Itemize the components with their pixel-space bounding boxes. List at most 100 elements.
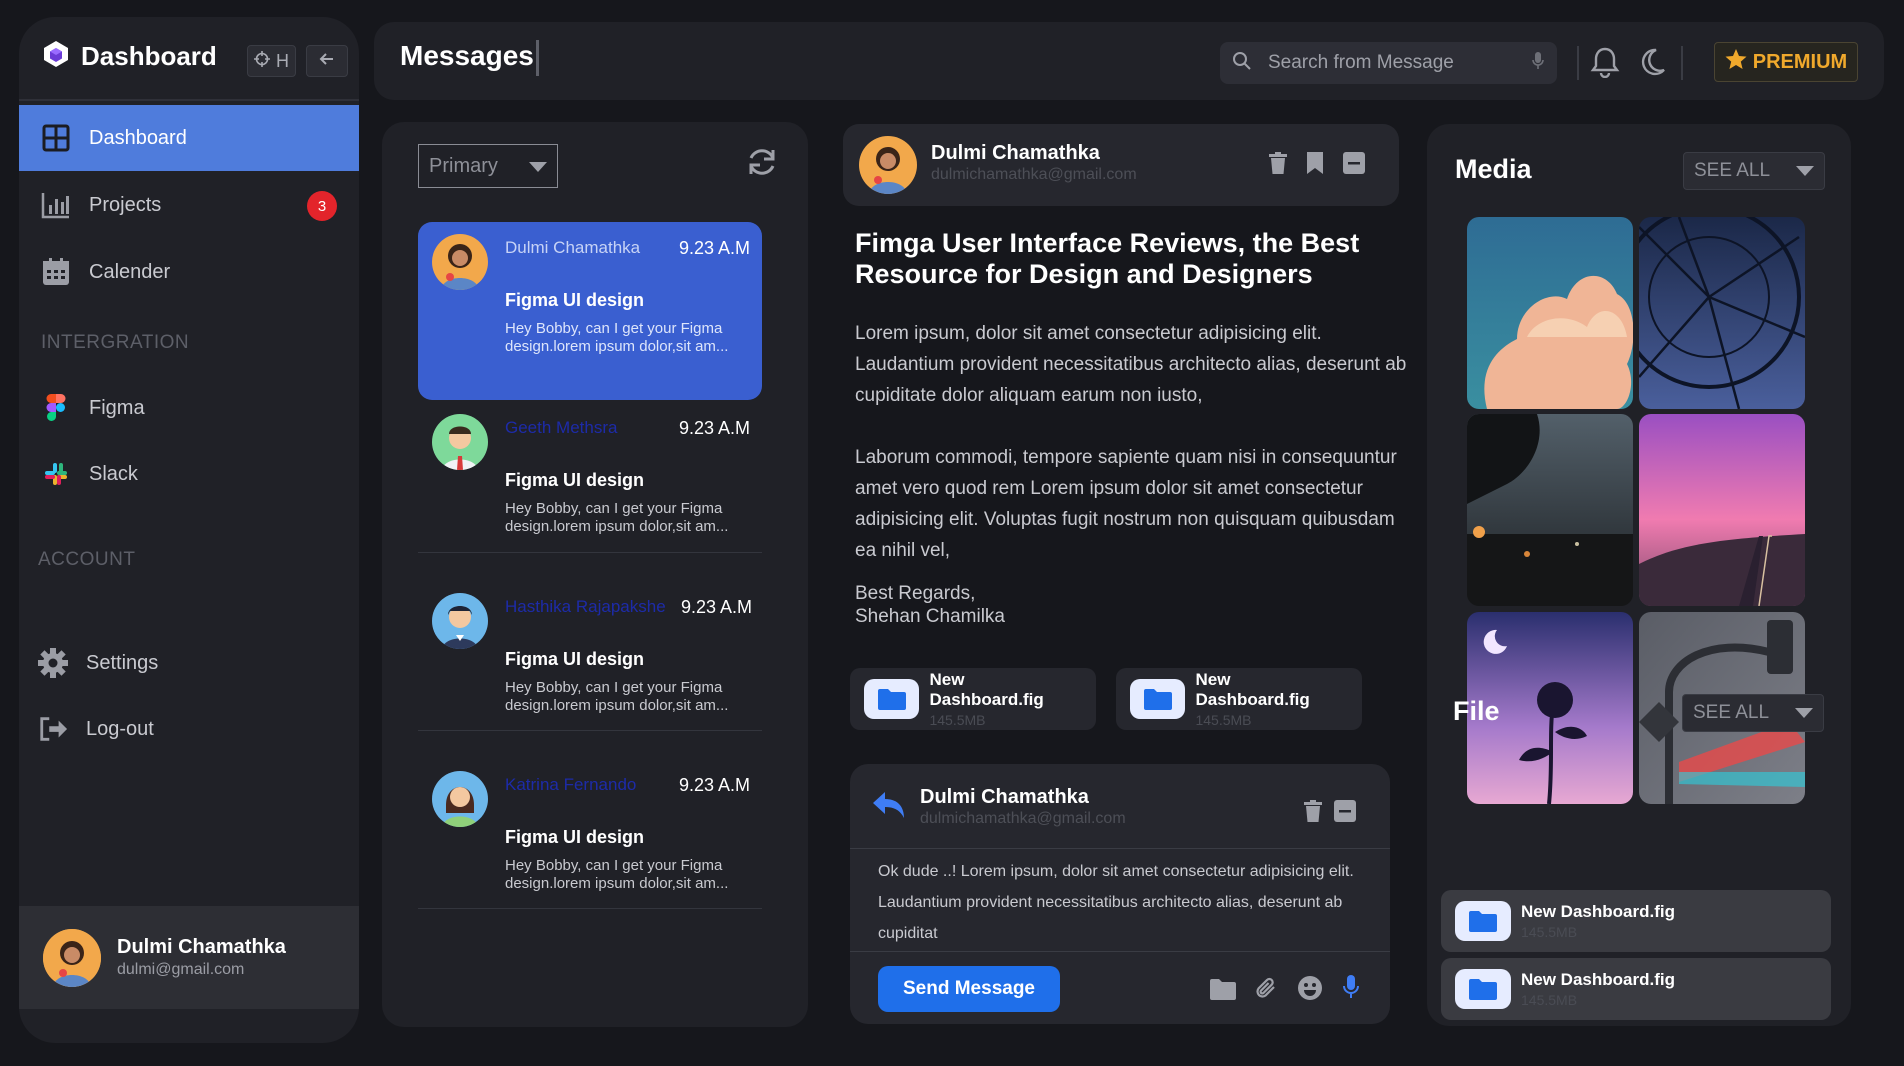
avatar bbox=[432, 771, 488, 827]
message-item[interactable]: Geeth Methsra 9.23 A.M Figma UI design H… bbox=[418, 402, 762, 580]
message-time: 9.23 A.M bbox=[679, 238, 751, 258]
gear-icon bbox=[38, 648, 68, 678]
message-preview: Hey Bobby, can I get your Figma design.l… bbox=[505, 320, 729, 355]
message-divider bbox=[418, 552, 762, 553]
message-item[interactable]: Dulmi Chamathka 9.23 A.M Figma UI design… bbox=[418, 222, 762, 400]
collapse-sidebar-button[interactable] bbox=[306, 45, 348, 77]
sidebar-item-label: Calender bbox=[89, 260, 171, 283]
message-subject: Figma UI design bbox=[505, 290, 645, 310]
sidebar-item-figma[interactable]: Figma bbox=[19, 375, 359, 441]
message-sender: Geeth Methsra bbox=[505, 418, 618, 437]
moon-icon[interactable] bbox=[1636, 46, 1666, 83]
sidebar-item-label: Dashboard bbox=[89, 126, 187, 149]
message-sender: Dulmi Chamathka bbox=[505, 238, 641, 257]
crosshair-icon bbox=[254, 50, 270, 72]
title-cursor bbox=[536, 40, 539, 76]
microphone-icon[interactable] bbox=[1531, 51, 1545, 76]
calendar-icon bbox=[41, 257, 71, 287]
trash-icon[interactable] bbox=[1269, 152, 1287, 179]
bell-icon[interactable] bbox=[1590, 46, 1620, 83]
reply-text[interactable]: Ok dude ..! Lorem ipsum, dolor sit amet … bbox=[878, 856, 1378, 949]
file-size: 145.5MB bbox=[1521, 924, 1578, 940]
sidebar-item-logout[interactable]: Log-out bbox=[19, 696, 359, 762]
file-name: New Dashboard.fig bbox=[1521, 970, 1675, 989]
sidebar-item-settings[interactable]: Settings bbox=[19, 630, 359, 696]
file-size: 145.5MB bbox=[1521, 992, 1578, 1008]
folder-icon bbox=[1130, 679, 1186, 719]
search-bar[interactable] bbox=[1220, 42, 1557, 84]
sidebar-item-calender[interactable]: Calender bbox=[19, 239, 359, 305]
trash-icon[interactable] bbox=[1304, 800, 1322, 827]
message-regards: Best Regards, bbox=[855, 583, 976, 604]
avatar bbox=[43, 928, 101, 987]
message-time: 9.23 A.M bbox=[681, 597, 753, 617]
emoji-icon[interactable] bbox=[1298, 976, 1322, 1005]
message-divider bbox=[418, 730, 762, 731]
message-item[interactable]: Katrina Fernando 9.23 A.M Figma UI desig… bbox=[418, 759, 762, 937]
see-all-label: SEE ALL bbox=[1694, 160, 1771, 181]
current-user[interactable]: Dulmi Chamathka dulmi@gmail.com bbox=[19, 906, 359, 1009]
microphone-icon[interactable] bbox=[1342, 974, 1360, 1005]
file-item[interactable]: New Dashboard.fig 145.5MB bbox=[1441, 890, 1831, 952]
logout-icon bbox=[38, 714, 68, 744]
sidebar-divider bbox=[19, 99, 359, 101]
reply-icon bbox=[872, 790, 906, 825]
paperclip-icon[interactable] bbox=[1254, 976, 1278, 1005]
avatar bbox=[432, 414, 488, 470]
attachment-name: New Dashboard.fig bbox=[1195, 670, 1310, 709]
premium-button[interactable]: PREMIUM bbox=[1714, 42, 1858, 82]
filter-value: Primary bbox=[429, 154, 498, 177]
message-time: 9.23 A.M bbox=[679, 775, 751, 795]
bar-chart-icon bbox=[41, 190, 71, 220]
search-icon bbox=[1232, 51, 1252, 76]
brand[interactable]: Dashboard bbox=[41, 39, 217, 74]
refresh-icon[interactable] bbox=[746, 146, 778, 183]
sidebar-item-label: Figma bbox=[89, 396, 145, 419]
message-preview: Hey Bobby, can I get your Figma design.l… bbox=[505, 857, 729, 892]
message-preview: Hey Bobby, can I get your Figma design.l… bbox=[505, 679, 729, 714]
minimize-icon[interactable] bbox=[1334, 800, 1356, 827]
attachment[interactable]: New Dashboard.fig 145.5MB bbox=[1116, 668, 1362, 730]
sidebar-item-projects[interactable]: Projects 3 bbox=[19, 172, 359, 238]
folder-icon bbox=[1455, 969, 1511, 1009]
message-divider bbox=[418, 908, 762, 909]
message-subject: Figma UI design bbox=[505, 649, 645, 669]
media-thumbnail[interactable] bbox=[1639, 414, 1805, 606]
account-section-label: ACCOUNT bbox=[38, 549, 136, 570]
sidebar-item-slack[interactable]: Slack bbox=[19, 441, 359, 507]
attachment[interactable]: New Dashboard.fig 145.5MB bbox=[850, 668, 1096, 730]
message-sender: Hasthika Rajapakshe bbox=[505, 597, 666, 616]
see-all-label: SEE ALL bbox=[1693, 702, 1770, 723]
file-see-all-button[interactable]: SEE ALL bbox=[1682, 694, 1824, 732]
reply-sender-email: dulmichamathka@gmail.com bbox=[920, 810, 1126, 827]
media-thumbnail[interactable] bbox=[1467, 217, 1633, 409]
file-name: New Dashboard.fig bbox=[1521, 902, 1675, 921]
folder-icon[interactable] bbox=[1210, 978, 1236, 1005]
media-thumbnail[interactable] bbox=[1639, 217, 1805, 409]
minimize-icon[interactable] bbox=[1343, 152, 1365, 179]
avatar bbox=[432, 593, 488, 649]
attachment-size: 145.5MB bbox=[1195, 712, 1252, 728]
media-see-all-button[interactable]: SEE ALL bbox=[1683, 152, 1825, 190]
message-item[interactable]: Hasthika Rajapakshe 9.23 A.M Figma UI de… bbox=[418, 581, 762, 759]
page-title: Messages bbox=[400, 40, 534, 71]
send-message-button[interactable]: Send Message bbox=[878, 966, 1060, 1012]
brand-title: Dashboard bbox=[81, 41, 217, 71]
brand-controls: H bbox=[247, 45, 348, 77]
notification-badge: 3 bbox=[307, 191, 337, 221]
bookmark-icon[interactable] bbox=[1306, 152, 1324, 179]
reply-divider bbox=[850, 848, 1390, 849]
sidebar-item-dashboard[interactable]: Dashboard bbox=[19, 105, 359, 171]
file-item[interactable]: New Dashboard.fig 145.5MB bbox=[1441, 958, 1831, 1020]
message-subject: Figma UI design bbox=[505, 470, 645, 490]
mailbox-filter-select[interactable]: Primary bbox=[418, 144, 558, 188]
shortcut-button[interactable]: H bbox=[247, 45, 296, 77]
media-thumbnail[interactable] bbox=[1467, 414, 1633, 606]
reply-box: Dulmi Chamathka dulmichamathka@gmail.com… bbox=[850, 764, 1390, 1024]
header-divider bbox=[1681, 46, 1683, 80]
caret-down-icon bbox=[1795, 702, 1813, 724]
message-signature: Shehan Chamilka bbox=[855, 606, 1005, 627]
search-input[interactable] bbox=[1266, 51, 1517, 75]
sender-name: Dulmi Chamathka bbox=[931, 142, 1100, 164]
file-title: File bbox=[1453, 696, 1500, 726]
